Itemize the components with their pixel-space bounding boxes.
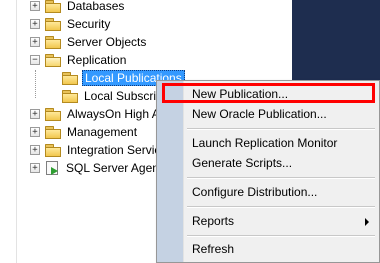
expand-icon[interactable]: + <box>30 163 40 173</box>
folder-icon <box>45 0 61 13</box>
tree-node-management[interactable]: + Management <box>30 123 139 141</box>
menu-icon-gutter <box>157 81 184 262</box>
menu-item-configure-distribution[interactable]: Configure Distribution... <box>185 182 375 202</box>
submenu-arrow-icon <box>365 218 369 226</box>
collapse-icon[interactable]: − <box>30 55 40 65</box>
tree-connector-line <box>35 70 36 98</box>
folder-icon <box>45 108 61 121</box>
tree-node-databases[interactable]: + Databases <box>30 0 126 15</box>
folder-icon <box>62 72 78 85</box>
expand-icon[interactable]: + <box>30 109 40 119</box>
tree-left-margin <box>0 0 17 263</box>
folder-icon <box>45 144 61 157</box>
menu-item-reports[interactable]: Reports <box>185 211 375 231</box>
menu-separator <box>187 128 375 130</box>
expand-icon[interactable]: + <box>30 19 40 29</box>
folder-open-icon <box>45 54 61 67</box>
menu-item-new-oracle-publication[interactable]: New Oracle Publication... <box>185 104 375 124</box>
menu-item-generate-scripts[interactable]: Generate Scripts... <box>185 153 375 173</box>
menu-separator <box>187 206 375 208</box>
menu-separator <box>187 235 375 237</box>
folder-icon <box>45 18 61 31</box>
folder-icon <box>45 36 61 49</box>
menu-item-launch-replication-monitor[interactable]: Launch Replication Monitor <box>185 133 375 153</box>
context-menu: New Publication... New Oracle Publicatio… <box>156 80 380 263</box>
sql-agent-icon <box>45 161 59 175</box>
folder-icon <box>45 126 61 139</box>
expand-icon[interactable]: + <box>30 37 40 47</box>
highlight-box <box>162 83 375 103</box>
expand-icon[interactable]: + <box>30 127 40 137</box>
menu-item-refresh[interactable]: Refresh <box>185 239 375 259</box>
tree-node-sql-server-agent[interactable]: + SQL Server Agent <box>30 159 164 177</box>
tree-node-alwayson[interactable]: + AlwaysOn High A <box>30 105 162 123</box>
menu-separator <box>187 177 375 179</box>
folder-icon <box>62 90 78 103</box>
expand-icon[interactable]: + <box>30 145 40 155</box>
expand-icon[interactable]: + <box>30 1 40 11</box>
tree-node-server-objects[interactable]: + Server Objects <box>30 33 148 51</box>
tree-node-integration-services[interactable]: + Integration Servic <box>30 141 162 159</box>
tree-node-security[interactable]: + Security <box>30 15 112 33</box>
tree-node-replication[interactable]: − Replication <box>30 51 128 69</box>
tree-node-local-subscriptions[interactable]: Local Subscrip <box>62 87 165 105</box>
